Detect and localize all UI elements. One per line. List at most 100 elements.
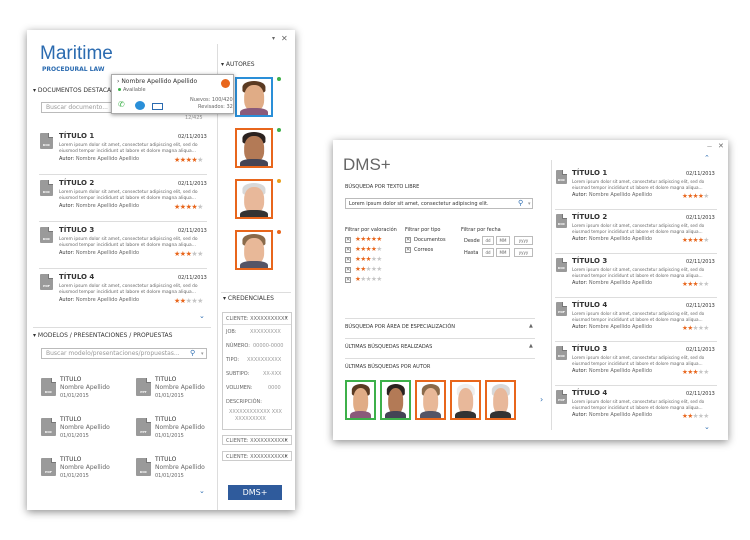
close-icon[interactable]: ✕	[281, 35, 288, 43]
photo-body	[240, 260, 268, 268]
desde-label: Desde	[464, 238, 480, 244]
model-title: TITULO	[155, 416, 177, 423]
divider	[555, 385, 717, 386]
desde-day[interactable]: dd	[482, 236, 494, 245]
divider	[345, 338, 535, 339]
chevron-down-icon[interactable]: ▾	[201, 352, 204, 357]
minimize-icon[interactable]: ▾	[272, 36, 275, 42]
divider	[223, 324, 291, 325]
models-search-input[interactable]: Buscar modelo/presentaciones/propuestas.…	[41, 348, 207, 359]
model-item[interactable]: PPT TITULO Nombre Apellido 01/01/2015	[136, 376, 226, 410]
minimize-icon[interactable]: —	[707, 145, 712, 150]
model-date: 01/01/2015	[60, 433, 89, 439]
doc-item[interactable]: DOC TÍTULO 2 02/11/2013 Lorem ipsum dolor s…	[40, 178, 210, 222]
popup-name: › Nombre Apellido Apellido	[117, 79, 197, 85]
area-section-label[interactable]: BÚSQUEDA POR ÁREA DE ESPECIALIZACIÓN	[345, 325, 455, 330]
author-photo[interactable]	[235, 128, 273, 168]
author-photo[interactable]	[450, 380, 481, 420]
doc-title[interactable]: TÍTULO 4	[59, 274, 94, 281]
doc-title[interactable]: TÍTULO 2	[59, 180, 94, 187]
checkbox-rating[interactable]: ✕	[345, 237, 351, 243]
search-icon[interactable]: ⚲	[190, 350, 195, 357]
author-photo[interactable]	[235, 230, 273, 270]
doc-title[interactable]: TÍTULO 1	[59, 133, 94, 140]
model-date: 01/01/2015	[60, 473, 89, 479]
rating-stars: ★★★★★	[355, 245, 382, 253]
author-photo[interactable]	[235, 77, 273, 117]
result-item[interactable]: PDF TÍTULO 4 02/11/2013 Lorem ipsum dolor s…	[556, 388, 716, 428]
credentials-section-header[interactable]: ▾ CREDENCIALES	[223, 296, 274, 302]
result-item[interactable]: DOC TÍTULO 1 02/11/2013 Lorem ipsum dolor s…	[556, 168, 716, 208]
doc-item[interactable]: PDF TÍTULO 4 02/11/2013 Lorem ipsum dolor s…	[40, 272, 210, 316]
result-item[interactable]: DOC TÍTULO 2 02/11/2013 Lorem ipsum dolor s…	[556, 212, 716, 252]
doc-item[interactable]: DOC TÍTULO 1 02/11/2013 Lorem ipsum dolor s…	[40, 131, 210, 175]
chevron-down-icon[interactable]: ▾	[285, 316, 288, 321]
result-item[interactable]: PDF TÍTULO 4 02/11/2013 Lorem ipsum dolor s…	[556, 300, 716, 340]
model-item[interactable]: DOC TITULO Nombre Apellido 01/01/2015	[41, 416, 131, 450]
doc-title[interactable]: TÍTULO 3	[59, 227, 94, 234]
model-item[interactable]: DOC TITULO Nombre Apellido 01/01/2015	[136, 456, 226, 490]
phone-icon[interactable]: ✆	[118, 101, 125, 109]
checkbox-correos[interactable]: ✕	[405, 247, 411, 253]
author-photo[interactable]	[485, 380, 516, 420]
docs-more-icon[interactable]: ⌄	[199, 313, 205, 320]
desde-month[interactable]: MM	[496, 236, 510, 245]
result-title[interactable]: TÍTULO 3	[572, 346, 607, 353]
rating-stars: ★★★★★	[682, 412, 709, 420]
models-section-header[interactable]: ▾ MODELOS / PRESENTACIONES / PROPUESTAS	[33, 333, 172, 339]
next-arrow-icon[interactable]: ›	[540, 396, 543, 404]
credential-collapsed-1[interactable]: CLIENTE: XXXXXXXXXXX ▸	[222, 435, 292, 445]
checkbox-rating[interactable]: ✕	[345, 277, 351, 283]
author-photo[interactable]	[345, 380, 376, 420]
mail-icon[interactable]	[152, 103, 163, 110]
author-photo[interactable]	[235, 179, 273, 219]
chat-icon[interactable]	[135, 101, 145, 110]
collapse-up-icon[interactable]: ▲	[529, 344, 533, 349]
rating-stars: ★★★★★	[355, 235, 382, 243]
chevron-down-icon[interactable]: ▾	[528, 202, 531, 207]
recent-section-label[interactable]: ÚLTIMAS BÚSQUEDAS REALIZADAS	[345, 345, 432, 350]
search-icon[interactable]: ⚲	[518, 200, 523, 207]
checkbox-documentos[interactable]: ✕	[405, 237, 411, 243]
result-item[interactable]: DOC TÍTULO 3 02/11/2013 Lorem ipsum dolor s…	[556, 256, 716, 296]
scroll-down-icon[interactable]: ⌄	[704, 424, 710, 431]
doc-item[interactable]: DOC TÍTULO 3 02/11/2013 Lorem ipsum dolor s…	[40, 225, 210, 269]
close-icon[interactable]: ✕	[718, 143, 724, 150]
model-item[interactable]: DOC TITULO Nombre Apellido 01/01/2015	[41, 376, 131, 410]
result-item[interactable]: DOC TÍTULO 3 02/11/2013 Lorem ipsum dolor s…	[556, 344, 716, 384]
model-item[interactable]: PDF TITULO Nombre Apellido 01/01/2015	[41, 456, 131, 490]
dms-title: DMS+	[343, 155, 391, 174]
filter-date-label: Filtrar por fecha	[461, 227, 501, 233]
dms-button[interactable]: DMS+	[228, 485, 282, 500]
credential-collapsed-2[interactable]: CLIENTE: XXXXXXXXXXX ▸	[222, 451, 292, 461]
result-desc-1: Lorem ipsum dolor sit amet, consectetur …	[572, 179, 705, 184]
collapse-up-icon[interactable]: ▲	[529, 324, 533, 329]
result-title[interactable]: TÍTULO 4	[572, 390, 607, 397]
result-title[interactable]: TÍTULO 2	[572, 214, 607, 221]
doc-date: 02/11/2013	[178, 134, 207, 140]
author-label: Autor:	[572, 236, 588, 242]
hasta-day[interactable]: dd	[482, 248, 494, 257]
free-search-input[interactable]: Lorem ipsum dolor sit amet, consectetur …	[345, 198, 533, 209]
author-photo[interactable]	[415, 380, 446, 420]
checkbox-rating[interactable]: ✕	[345, 247, 351, 253]
model-item[interactable]: PPT TITULO Nombre Apellido 01/01/2015	[136, 416, 226, 450]
rating-stars: ★★★★★	[174, 250, 203, 258]
result-date: 02/11/2013	[686, 259, 715, 265]
hasta-month[interactable]: MM	[496, 248, 510, 257]
author-label: Autor:	[572, 324, 588, 330]
result-title[interactable]: TÍTULO 4	[572, 302, 607, 309]
author-photo[interactable]	[380, 380, 411, 420]
result-title[interactable]: TÍTULO 1	[572, 170, 607, 177]
hasta-year[interactable]: yyyy	[514, 248, 533, 257]
cred-cliente[interactable]: CLIENTE: XXXXXXXXXXX	[226, 317, 288, 322]
checkbox-rating[interactable]: ✕	[345, 257, 351, 263]
authors-section-header[interactable]: ▾ AUTORES	[221, 62, 255, 68]
checkbox-rating[interactable]: ✕	[345, 267, 351, 273]
doc-file-icon: DOC	[136, 458, 151, 476]
scroll-up-icon[interactable]: ⌃	[704, 155, 710, 162]
models-more-icon[interactable]: ⌄	[199, 488, 205, 495]
desde-year[interactable]: yyyy	[514, 236, 533, 245]
doc-date: 02/11/2013	[178, 181, 207, 187]
result-title[interactable]: TÍTULO 3	[572, 258, 607, 265]
